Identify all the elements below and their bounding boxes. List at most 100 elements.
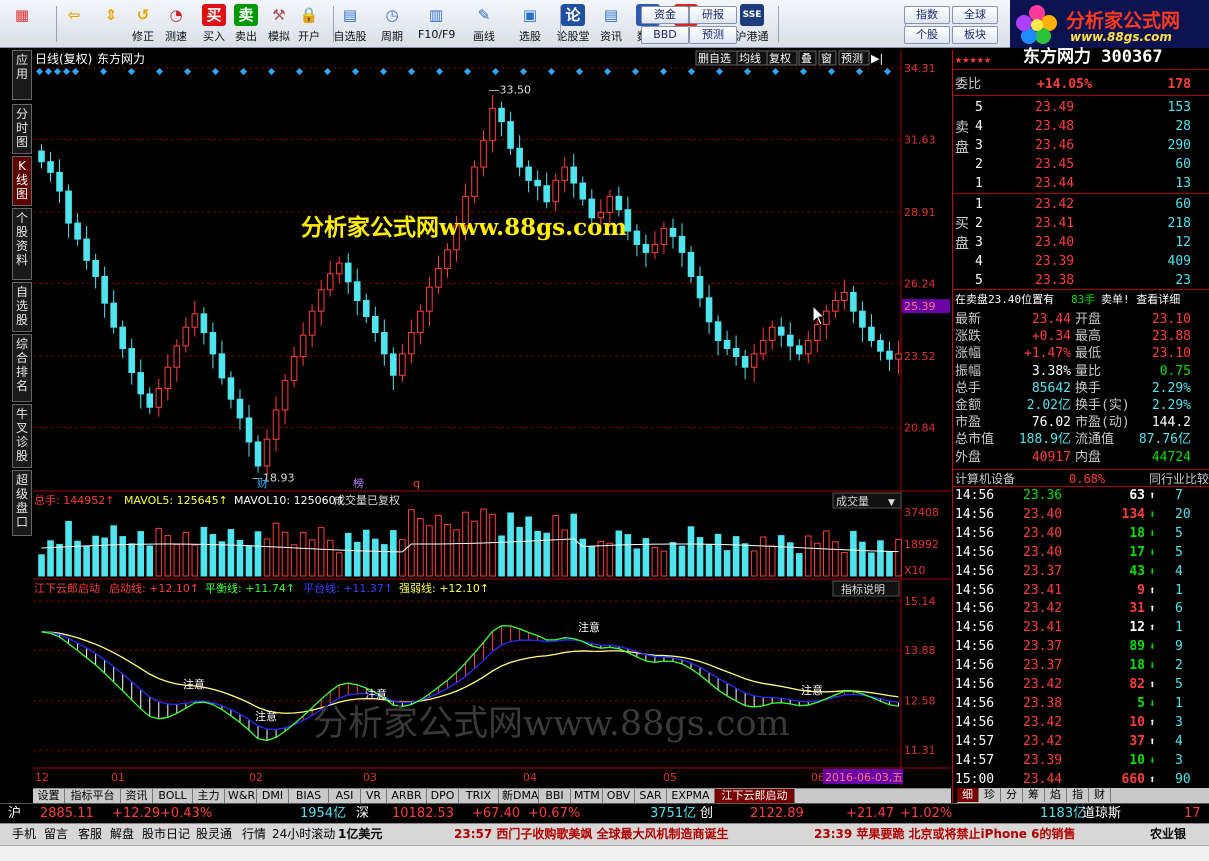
info-diamond-icon[interactable] — [127, 67, 136, 76]
indicator-tab[interactable]: 指标平台 — [65, 789, 121, 803]
ticker-link[interactable]: 留言 — [44, 824, 68, 844]
toolbar-small-button[interactable]: 预测 — [689, 26, 737, 44]
indicator-tab[interactable]: BIAS — [289, 789, 329, 803]
bids-level-row[interactable]: 4 23.39 409 — [953, 253, 1209, 271]
info-diamond-icon[interactable] — [35, 67, 44, 76]
info-diamond-icon[interactable] — [407, 67, 416, 76]
quote-tab[interactable]: 指 — [1067, 788, 1089, 802]
indicator-tab[interactable]: TRIX — [459, 789, 499, 803]
quote-tab[interactable]: 珍 — [979, 788, 1001, 802]
info-diamond-icon[interactable] — [53, 67, 62, 76]
info-diamond-icon[interactable] — [295, 67, 304, 76]
asks-level-row[interactable]: 2 23.45 60 — [953, 156, 1209, 174]
toolbar-back-arrow-button[interactable]: ⇦ — [56, 3, 92, 45]
indicator-tab[interactable]: ARBR — [387, 789, 427, 803]
ticker-news[interactable]: 23:57 西门子收购歌美飒 全球最大风机制造商诞生 — [454, 824, 729, 844]
indicator-help-button[interactable]: 指标说明 — [832, 580, 900, 597]
asks-level-row[interactable]: 4 23.48 28 — [953, 118, 1209, 136]
chart-header-button[interactable]: 均线 — [736, 50, 768, 66]
toolbar-speedtest-button[interactable]: ◔ 测速 — [158, 3, 194, 45]
indicator-tab[interactable]: DMI — [257, 789, 289, 803]
toolbar-screen-stock-button[interactable]: ▣ 选股 — [512, 3, 548, 45]
info-diamond-icon[interactable] — [799, 67, 808, 76]
chart-header-button[interactable]: 复权 — [766, 50, 798, 66]
ticker-news[interactable]: 农业银 — [1150, 824, 1186, 844]
asks-level-row[interactable]: 3 23.46 290 — [953, 137, 1209, 155]
ticker-link[interactable]: 24小时滚动 — [272, 824, 335, 844]
left-nav-tab[interactable]: K线图 — [12, 156, 32, 206]
info-diamond-icon[interactable] — [631, 67, 640, 76]
indicator-tab[interactable]: 新DMA — [499, 789, 539, 803]
bids-level-row[interactable]: 1 23.42 60 — [953, 196, 1209, 214]
ticker-link[interactable]: 解盘 — [110, 824, 134, 844]
indicator-tab[interactable]: SAR — [635, 789, 667, 803]
info-diamond-icon[interactable] — [155, 67, 164, 76]
asks-level-row[interactable]: 5 23.49 153 — [953, 99, 1209, 117]
info-diamond-icon[interactable] — [379, 67, 388, 76]
ticker-link[interactable]: 行情 — [242, 824, 266, 844]
info-diamond-icon[interactable] — [99, 67, 108, 76]
toolbar-app-grid-button[interactable]: ▦ — [4, 3, 40, 45]
info-diamond-icon[interactable] — [519, 67, 528, 76]
info-diamond-icon[interactable] — [771, 67, 780, 76]
toolbar-sse-hkex-button[interactable]: SSE 沪港通 — [734, 3, 770, 45]
chart-header-button[interactable]: 窗 — [818, 50, 837, 66]
indicator-tab[interactable]: EXPMA — [667, 789, 715, 803]
toolbar-watchlist-button[interactable]: ▤ 自选股 — [332, 3, 368, 45]
info-diamond-icon[interactable] — [547, 67, 556, 76]
info-diamond-icon[interactable] — [239, 67, 248, 76]
info-diamond-icon[interactable] — [743, 67, 752, 76]
quote-tab[interactable]: 财 — [1089, 788, 1111, 802]
toolbar-clock-button[interactable]: ◷ 周期 — [374, 3, 410, 45]
toolbar-news-button[interactable]: ▤ 资讯 — [593, 3, 629, 45]
toolbar-buy-button[interactable]: 买买入 — [196, 3, 232, 45]
ticker-link[interactable]: 股灵通 — [196, 824, 232, 844]
indicator-tab[interactable]: 主力 — [193, 789, 225, 803]
info-diamond-icon[interactable] — [267, 67, 276, 76]
info-diamond-icon[interactable] — [855, 67, 864, 76]
toolbar-small-button[interactable]: 个股 — [904, 26, 950, 44]
order-notice-link[interactable]: 卖单! 查看详细 — [1101, 291, 1180, 309]
play-icon[interactable]: ▶| — [871, 52, 883, 65]
left-nav-tab[interactable]: 牛叉诊股 — [12, 404, 32, 468]
info-diamond-icon[interactable] — [435, 67, 444, 76]
left-nav-tab[interactable]: 综合排名 — [12, 334, 32, 402]
bids-level-row[interactable]: 3 23.40 12 — [953, 234, 1209, 252]
info-diamond-icon[interactable] — [827, 67, 836, 76]
ticker-link[interactable]: 手机 — [12, 824, 36, 844]
left-nav-tab[interactable]: 自选股 — [12, 282, 32, 332]
info-diamond-icon[interactable] — [183, 67, 192, 76]
indicator-tab[interactable]: 江下云郎启动 — [715, 789, 795, 803]
event-marker[interactable]: q — [413, 477, 420, 490]
indicator-tab[interactable]: 设置 — [33, 789, 65, 803]
toolbar-pen-button[interactable]: ✎ 画线 — [466, 3, 502, 45]
toolbar-small-button[interactable]: BBD — [641, 26, 689, 44]
info-diamond-icon[interactable] — [603, 67, 612, 76]
toolbar-small-button[interactable]: 全球 — [952, 6, 998, 24]
ticker-link[interactable]: 客服 — [78, 824, 102, 844]
left-nav-tab[interactable]: 个股资料 — [12, 208, 32, 280]
indicator-tab[interactable]: W&R — [225, 789, 257, 803]
left-nav-tab[interactable]: 分时图 — [12, 104, 32, 154]
info-diamond-icon[interactable] — [575, 67, 584, 76]
info-diamond-icon[interactable] — [323, 67, 332, 76]
quote-tab[interactable]: 细 — [957, 788, 979, 802]
ticker-news[interactable]: 23:39 苹果要跪 北京或将禁止iPhone 6的销售 — [814, 824, 1075, 844]
info-diamond-icon[interactable] — [883, 67, 892, 76]
event-marker[interactable]: 榜 — [353, 476, 364, 490]
info-diamond-icon[interactable] — [491, 67, 500, 76]
indicator-tab[interactable]: ASI — [329, 789, 361, 803]
info-diamond-icon[interactable] — [211, 67, 220, 76]
asks-level-row[interactable]: 1 23.44 13 — [953, 175, 1209, 193]
indicator-tab[interactable]: VR — [361, 789, 387, 803]
indicator-tab[interactable]: OBV — [603, 789, 635, 803]
chart-header-button[interactable]: 删自选 — [695, 50, 740, 66]
indicator-tab[interactable]: 资讯 — [121, 789, 153, 803]
chart-header-button[interactable]: 叠 — [798, 50, 817, 66]
chart-header-button[interactable]: 预测 — [838, 50, 870, 66]
toolbar-small-button[interactable]: 板块 — [952, 26, 998, 44]
indicator-tab[interactable]: MTM — [571, 789, 603, 803]
bids-level-row[interactable]: 5 23.38 23 — [953, 272, 1209, 290]
info-diamond-icon[interactable] — [715, 67, 724, 76]
toolbar-small-button[interactable]: 指数 — [904, 6, 950, 24]
